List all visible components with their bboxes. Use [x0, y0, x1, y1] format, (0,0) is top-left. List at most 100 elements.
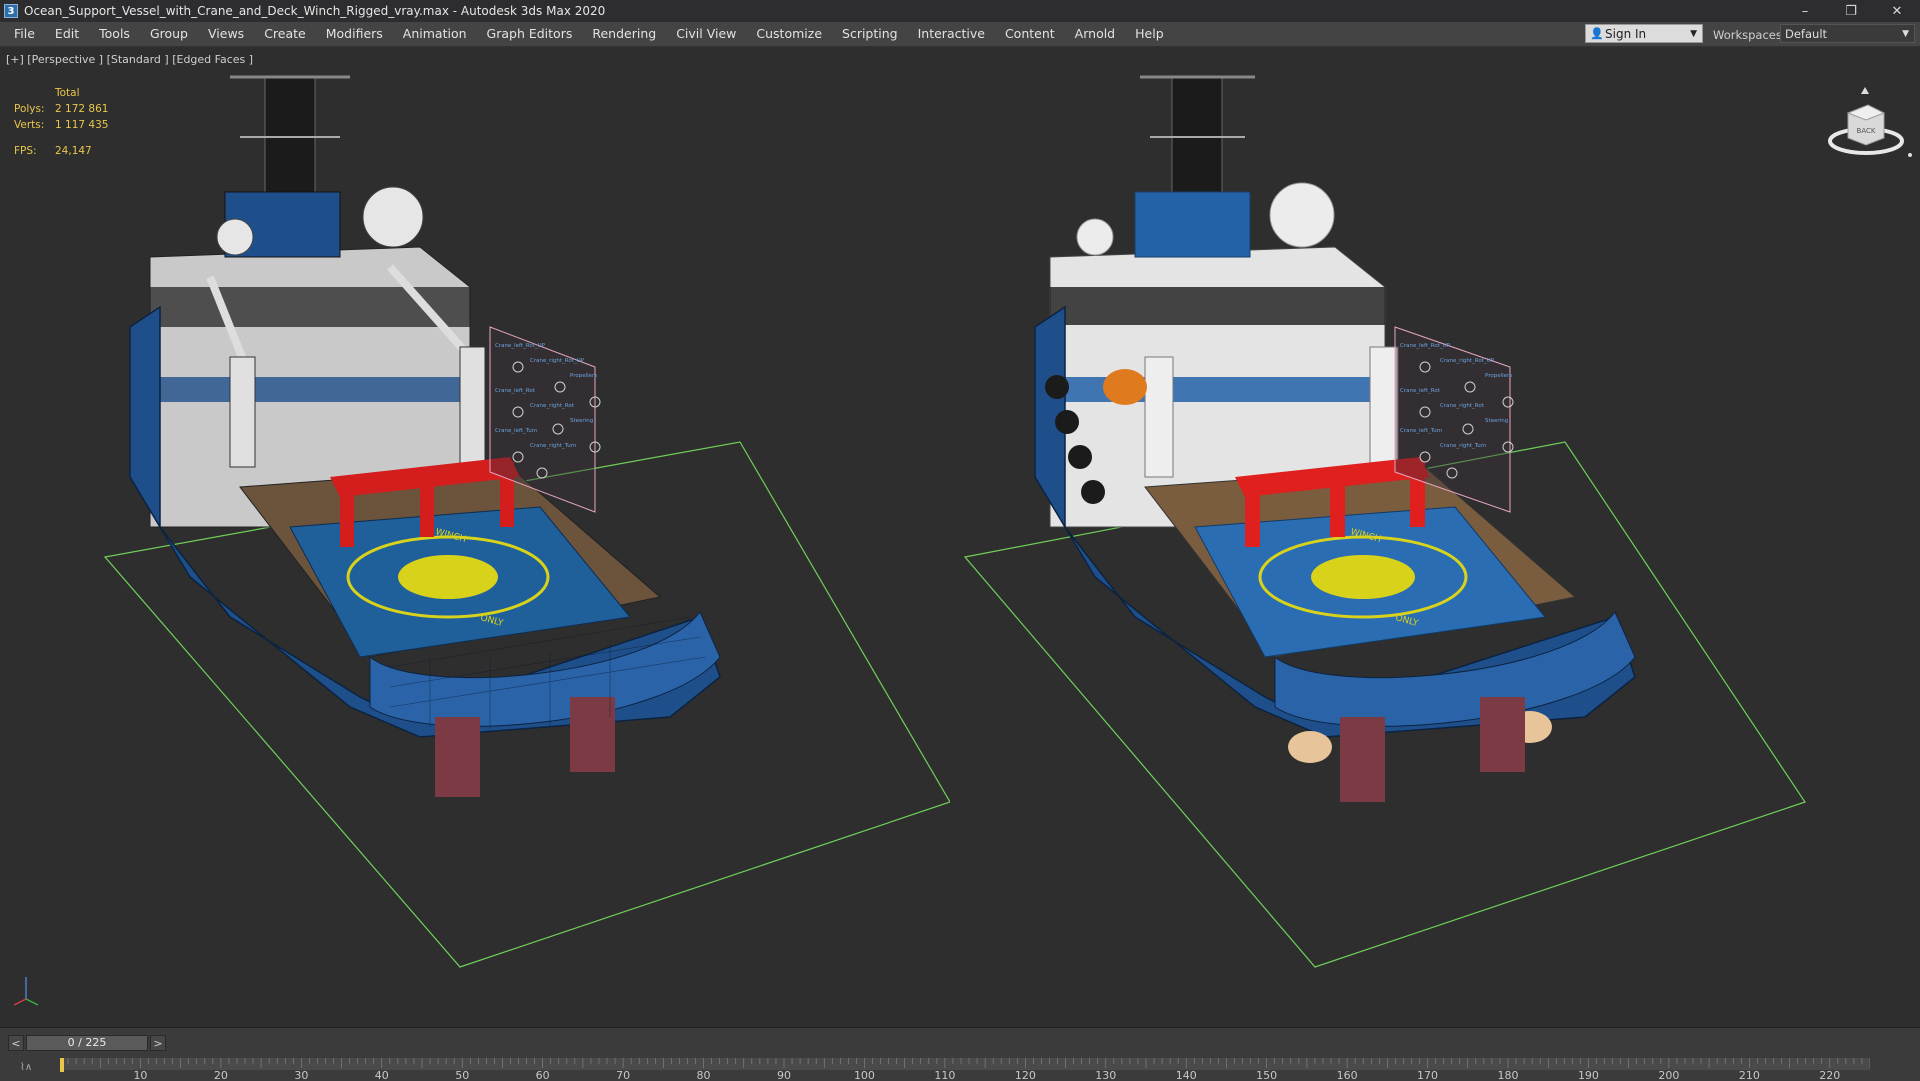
time-slider[interactable]: < 0 / 225 >	[8, 1035, 166, 1051]
prev-frame-button[interactable]: <	[8, 1035, 24, 1051]
minimize-button[interactable]: –	[1782, 0, 1828, 22]
timeline-tick-label: 10	[133, 1069, 147, 1081]
menu-interactive[interactable]: Interactive	[908, 22, 995, 46]
frame-display[interactable]: 0 / 225	[26, 1035, 148, 1051]
radome-left	[216, 218, 254, 256]
viewcube-face-label: BACK	[1857, 127, 1876, 135]
menu-modifiers[interactable]: Modifiers	[316, 22, 393, 46]
menu-customize[interactable]: Customize	[746, 22, 832, 46]
viewcube[interactable]: BACK	[1826, 83, 1916, 173]
a-frame-leg-mid	[420, 467, 434, 537]
timeline-tick-label: 140	[1176, 1069, 1197, 1081]
timeline-tick-label: 110	[934, 1069, 955, 1081]
helipad-center	[398, 555, 498, 599]
stats-fps-label: FPS:	[14, 145, 37, 157]
timeline-tick-label: 120	[1015, 1069, 1036, 1081]
ctrl-label-b-right: Crane_right_Rot_UP	[1440, 358, 1495, 364]
workspaces-label: Workspaces:	[1713, 28, 1786, 42]
bridge-top-shaded	[1134, 191, 1251, 258]
chevron-down-icon: ▼	[1690, 28, 1697, 39]
home-icon[interactable]	[1861, 87, 1869, 94]
window-title: Ocean_Support_Vessel_with_Crane_and_Deck…	[24, 4, 606, 18]
timeline-tick-label: 60	[536, 1069, 550, 1081]
menu-rendering[interactable]: Rendering	[582, 22, 666, 46]
close-button[interactable]: ✕	[1874, 0, 1920, 22]
title-bar: 3 Ocean_Support_Vessel_with_Crane_and_De…	[0, 0, 1920, 22]
propeller-left	[1288, 731, 1332, 763]
crane-left-post-shaded	[1144, 356, 1174, 478]
timeline-tick-label: 130	[1095, 1069, 1116, 1081]
workspaces-select[interactable]: Default ▼	[1780, 24, 1915, 43]
stats-fps-value: 24,147	[55, 145, 92, 157]
ctrl-label-g-right: Crane_left_Turn	[1400, 428, 1443, 434]
ctrl-label-h-right: Crane_right_Turn	[1440, 443, 1487, 449]
current-frame-marker[interactable]	[60, 1058, 64, 1072]
menu-create[interactable]: Create	[254, 22, 316, 46]
menu-animation[interactable]: Animation	[393, 22, 477, 46]
crane-right-post	[459, 346, 486, 468]
ctrl-label-c-right: Propellers	[1485, 373, 1512, 379]
ctrl-label-g: Crane_left_Turn	[495, 428, 538, 434]
deck-rail-blue-shaded	[1050, 377, 1385, 402]
ctrl-label-c: Propellers	[570, 373, 597, 379]
ctrl-label-f-right: Steering	[1485, 418, 1508, 424]
a-frame-leg-left	[340, 477, 354, 547]
a-frame-leg-left-shaded	[1245, 477, 1260, 547]
menu-group[interactable]: Group	[140, 22, 198, 46]
ctrl-label-f: Steering	[570, 418, 593, 424]
axis-gizmo-icon	[13, 977, 39, 1006]
timeline-tick-label: 190	[1578, 1069, 1599, 1081]
timeline-tick-label: 80	[697, 1069, 711, 1081]
ship-shaded-view[interactable]: WINCH ONLY Crane_left_Rot_UP Crane_right…	[795, 57, 1835, 1017]
timeline-tick-label: 20	[214, 1069, 228, 1081]
radome-right	[362, 186, 424, 248]
timeline-tick-label: 150	[1256, 1069, 1277, 1081]
timeline-tick-label: 30	[294, 1069, 308, 1081]
chevron-down-icon: ▼	[1902, 28, 1909, 39]
viewcube-dot	[1908, 153, 1912, 157]
ctrl-label-a: Crane_left_Rot_UP	[495, 343, 546, 349]
menu-views[interactable]: Views	[198, 22, 254, 46]
perspective-viewport[interactable]: [+] [Perspective ] [Standard ] [Edged Fa…	[0, 47, 1920, 1027]
rudder-right	[570, 697, 615, 772]
crane-right-post-shaded	[1369, 346, 1399, 468]
stats-polys-label: Polys:	[14, 103, 45, 115]
timeline-tick-label: 170	[1417, 1069, 1438, 1081]
rudder-left-shaded	[1340, 717, 1385, 802]
timeline-tick-label: 220	[1819, 1069, 1840, 1081]
restore-button[interactable]: ❐	[1828, 0, 1874, 22]
timeline-tick-label: 200	[1658, 1069, 1679, 1081]
time-slider-bar: < 0 / 225 > ⌇∧ 10 20 30 40 50 60 70 80 90 100 110 1…	[0, 1027, 1920, 1081]
user-icon: 👤	[1590, 27, 1604, 40]
timeline-tick-label: 180	[1498, 1069, 1519, 1081]
menu-graph-editors[interactable]: Graph Editors	[477, 22, 583, 46]
timeline-tick-label: 100	[854, 1069, 875, 1081]
ctrl-label-e-right: Crane_right_Rot	[1440, 403, 1485, 409]
menu-edit[interactable]: Edit	[45, 22, 89, 46]
timeline-tick-label: 90	[777, 1069, 791, 1081]
bridge-windows-shaded	[1050, 287, 1385, 325]
rudder-right-shaded	[1480, 697, 1525, 772]
menu-file[interactable]: File	[0, 22, 45, 46]
curve-editor-icon[interactable]: ⌇∧	[20, 1062, 32, 1073]
deck-rail-blue	[150, 377, 470, 402]
radome-right-shaded	[1269, 182, 1335, 248]
menu-help[interactable]: Help	[1125, 22, 1174, 46]
menu-civil-view[interactable]: Civil View	[666, 22, 746, 46]
menu-content[interactable]: Content	[995, 22, 1065, 46]
menu-scripting[interactable]: Scripting	[832, 22, 908, 46]
rudder-left	[435, 717, 480, 797]
timeline-tick-label: 210	[1739, 1069, 1760, 1081]
helipad-center-shaded	[1311, 555, 1415, 599]
crane-left-post	[229, 356, 256, 468]
next-frame-button[interactable]: >	[150, 1035, 166, 1051]
menu-tools[interactable]: Tools	[89, 22, 140, 46]
ctrl-label-d-right: Crane_left_Rot	[1400, 388, 1441, 394]
timeline-ruler[interactable]: 10 20 30 40 50 60 70 80 90 100 110 120 130 140 150 160 1…	[60, 1058, 1870, 1081]
sign-in-label: Sign In	[1605, 26, 1647, 41]
ctrl-label-e: Crane_right_Rot	[530, 403, 575, 409]
menu-arnold[interactable]: Arnold	[1065, 22, 1125, 46]
sign-in-dropdown[interactable]: 👤 Sign In ▼	[1585, 24, 1703, 43]
ctrl-label-h: Crane_right_Turn	[530, 443, 577, 449]
lifeboat-orange	[1103, 369, 1147, 405]
